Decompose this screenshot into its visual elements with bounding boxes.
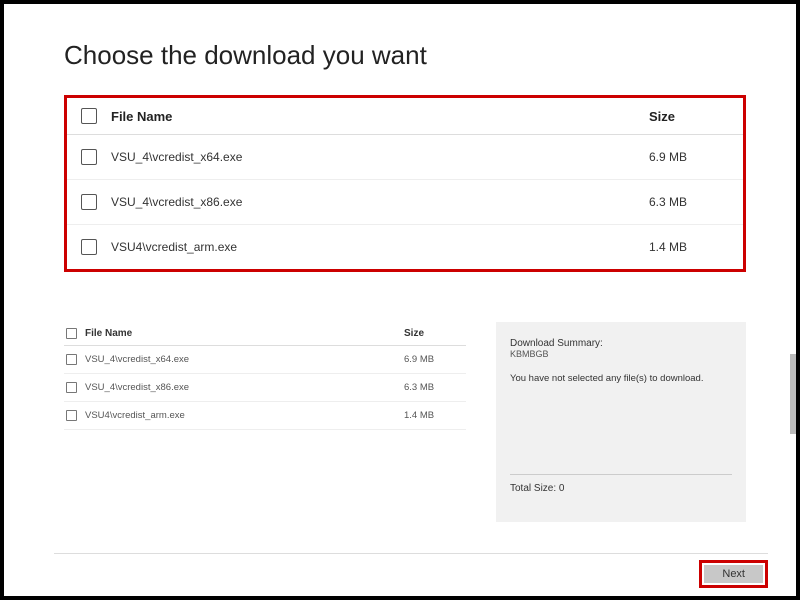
col-header-name-small: File Name: [85, 328, 404, 339]
summary-total: Total Size: 0: [510, 483, 732, 494]
next-button-highlight: Next: [699, 560, 768, 588]
file-checkbox-small[interactable]: [66, 354, 77, 365]
file-row: VSU4\vcredist_arm.exe 1.4 MB: [67, 225, 743, 269]
file-name: VSU_4\vcredist_x64.exe: [111, 150, 649, 164]
bottom-bar: Next: [54, 553, 768, 588]
file-name-small: VSU_4\vcredist_x86.exe: [85, 382, 404, 393]
file-checkbox[interactable]: [81, 239, 97, 255]
file-name: VSU_4\vcredist_x86.exe: [111, 195, 649, 209]
file-name-small: VSU4\vcredist_arm.exe: [85, 410, 404, 421]
file-size-small: 6.3 MB: [404, 382, 464, 393]
col-header-size: Size: [649, 109, 729, 124]
divider: [510, 474, 732, 475]
summary-message: You have not selected any file(s) to dow…: [510, 373, 732, 384]
file-row: VSU_4\vcredist_x86.exe 6.3 MB: [67, 180, 743, 225]
file-table-header: File Name Size: [67, 98, 743, 135]
select-all-checkbox-small[interactable]: [66, 328, 77, 339]
col-header-size-small: Size: [404, 328, 464, 339]
download-summary-panel: Download Summary: KBMBGB You have not se…: [496, 322, 746, 522]
file-size-small: 6.9 MB: [404, 354, 464, 365]
page-title: Choose the download you want: [64, 40, 746, 71]
file-table-header-small: File Name Size: [64, 322, 466, 346]
file-checkbox[interactable]: [81, 194, 97, 210]
file-checkbox-small[interactable]: [66, 382, 77, 393]
file-size: 6.3 MB: [649, 195, 729, 209]
file-table-highlighted: File Name Size VSU_4\vcredist_x64.exe 6.…: [64, 95, 746, 272]
file-row-small: VSU_4\vcredist_x86.exe 6.3 MB: [64, 374, 466, 402]
file-checkbox-small[interactable]: [66, 410, 77, 421]
file-name: VSU4\vcredist_arm.exe: [111, 240, 649, 254]
file-row-small: VSU4\vcredist_arm.exe 1.4 MB: [64, 402, 466, 430]
file-checkbox[interactable]: [81, 149, 97, 165]
col-header-name: File Name: [111, 109, 649, 124]
file-row-small: VSU_4\vcredist_x64.exe 6.9 MB: [64, 346, 466, 374]
next-button[interactable]: Next: [704, 565, 763, 583]
file-table-small: File Name Size VSU_4\vcredist_x64.exe 6.…: [64, 322, 466, 522]
file-size: 1.4 MB: [649, 240, 729, 254]
file-row: VSU_4\vcredist_x64.exe 6.9 MB: [67, 135, 743, 180]
file-size-small: 1.4 MB: [404, 410, 464, 421]
summary-title: Download Summary:: [510, 338, 732, 349]
file-size: 6.9 MB: [649, 150, 729, 164]
file-name-small: VSU_4\vcredist_x64.exe: [85, 354, 404, 365]
scrollbar[interactable]: [790, 354, 796, 434]
select-all-checkbox[interactable]: [81, 108, 97, 124]
summary-units: KBMBGB: [510, 349, 732, 359]
